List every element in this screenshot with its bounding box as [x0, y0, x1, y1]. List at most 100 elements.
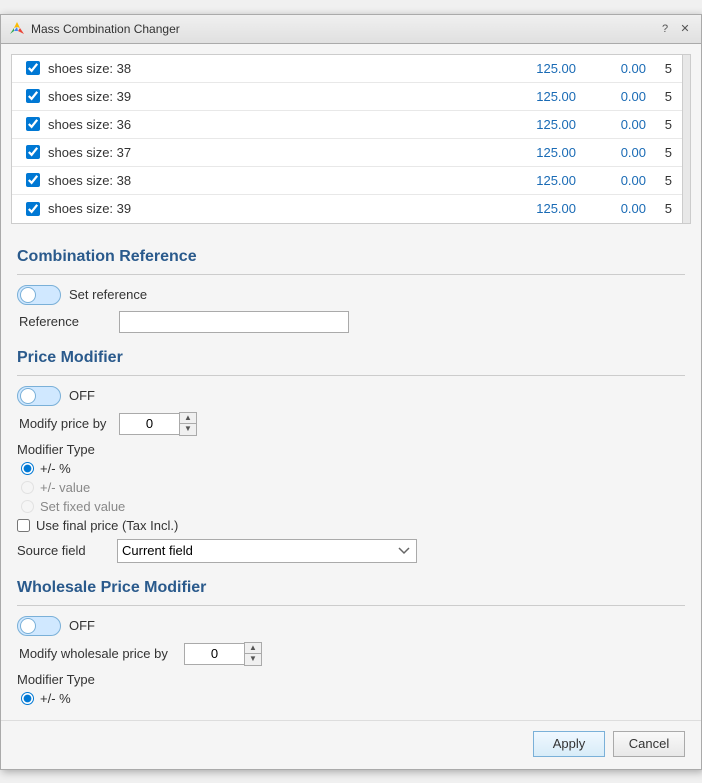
- modifier-type-label-wholesale: Modifier Type: [17, 672, 685, 687]
- row-check-2: [18, 117, 48, 131]
- set-reference-label: Set reference: [69, 287, 147, 302]
- row-label-4: shoes size: 38: [48, 173, 496, 188]
- modify-price-label: Modify price by: [19, 416, 119, 431]
- radio-plus-minus-value-input-price[interactable]: [21, 481, 34, 494]
- toggle-knob-ref: [20, 287, 36, 303]
- row-check-0: [18, 61, 48, 75]
- row-label-5: shoes size: 39: [48, 201, 496, 216]
- spin-up-wholesale[interactable]: ▲: [245, 643, 261, 654]
- use-final-price-checkbox[interactable]: [17, 519, 30, 532]
- row-label-3: shoes size: 37: [48, 145, 496, 160]
- row-check-1: [18, 89, 48, 103]
- price-modifier-title: Price Modifier: [17, 349, 685, 367]
- row-val2-2: 0.00: [576, 117, 646, 132]
- form-area: Combination Reference Set reference Refe…: [1, 224, 701, 720]
- row-checkbox-3[interactable]: [26, 145, 40, 159]
- wholesale-toggle[interactable]: [17, 616, 61, 636]
- row-checkbox-4[interactable]: [26, 173, 40, 187]
- help-button[interactable]: ?: [657, 21, 673, 37]
- scrollbar[interactable]: [682, 55, 690, 223]
- spin-up-price[interactable]: ▲: [180, 413, 196, 424]
- radio-plus-minus-percent-input-wholesale[interactable]: [21, 692, 34, 705]
- combination-reference-title: Combination Reference: [17, 248, 685, 266]
- title-bar-controls: ? ✕: [657, 21, 693, 37]
- row-val1-4: 125.00: [496, 173, 576, 188]
- price-modifier-toggle-row: OFF: [17, 386, 685, 406]
- row-val1-2: 125.00: [496, 117, 576, 132]
- reference-label: Reference: [19, 314, 119, 329]
- apply-button[interactable]: Apply: [533, 731, 605, 757]
- close-button[interactable]: ✕: [677, 21, 693, 37]
- modify-price-spinner: 0 ▲ ▼: [119, 412, 197, 436]
- set-reference-row: Set reference: [17, 285, 685, 305]
- row-val2-5: 0.00: [576, 201, 646, 216]
- title-bar: Mass Combination Changer ? ✕: [1, 15, 701, 44]
- reference-field-row: Reference: [17, 311, 685, 333]
- row-check-4: [18, 173, 48, 187]
- button-bar: Apply Cancel: [1, 720, 701, 769]
- radio-plus-minus-percent-label-price: +/- %: [40, 461, 71, 476]
- use-final-price-row: Use final price (Tax Incl.): [17, 518, 685, 533]
- table-row: shoes size: 36 125.00 0.00 5: [12, 111, 682, 139]
- modify-wholesale-row: Modify wholesale price by ▲ ▼: [17, 642, 685, 666]
- row-val3-0: 5: [646, 61, 676, 76]
- radio-set-fixed-price: Set fixed value: [17, 499, 685, 514]
- table-row: shoes size: 38 125.00 0.00 5: [12, 55, 682, 83]
- row-val2-3: 0.00: [576, 145, 646, 160]
- radio-plus-minus-value-price: +/- value: [17, 480, 685, 495]
- source-field-dropdown[interactable]: Current field: [117, 539, 417, 563]
- source-field-row: Source field Current field: [17, 539, 685, 563]
- row-checkbox-5[interactable]: [26, 202, 40, 216]
- radio-set-fixed-input-price[interactable]: [21, 500, 34, 513]
- set-reference-toggle[interactable]: [17, 285, 61, 305]
- spinner-buttons-price: ▲ ▼: [179, 412, 197, 436]
- row-val3-4: 5: [646, 173, 676, 188]
- spin-down-price[interactable]: ▼: [180, 424, 196, 435]
- table-row: shoes size: 39 125.00 0.00 5: [12, 83, 682, 111]
- wholesale-price-modifier-title: Wholesale Price Modifier: [17, 579, 685, 597]
- modifier-type-label-price: Modifier Type: [17, 442, 685, 457]
- radio-plus-minus-value-label-price: +/- value: [40, 480, 90, 495]
- divider-1: [17, 274, 685, 275]
- price-modifier-toggle[interactable]: [17, 386, 61, 406]
- modify-wholesale-label: Modify wholesale price by: [19, 646, 184, 661]
- row-val2-4: 0.00: [576, 173, 646, 188]
- row-label-2: shoes size: 36: [48, 117, 496, 132]
- use-final-price-label: Use final price (Tax Incl.): [36, 518, 178, 533]
- divider-2: [17, 375, 685, 376]
- modify-price-input[interactable]: 0: [119, 413, 179, 435]
- table-row: shoes size: 38 125.00 0.00 5: [12, 167, 682, 195]
- reference-input[interactable]: [119, 311, 349, 333]
- main-window: Mass Combination Changer ? ✕ shoes size:…: [0, 14, 702, 770]
- row-val2-1: 0.00: [576, 89, 646, 104]
- table-row: shoes size: 37 125.00 0.00 5: [12, 139, 682, 167]
- row-check-5: [18, 202, 48, 216]
- spin-down-wholesale[interactable]: ▼: [245, 654, 261, 665]
- row-label-1: shoes size: 39: [48, 89, 496, 104]
- row-val1-3: 125.00: [496, 145, 576, 160]
- row-label-0: shoes size: 38: [48, 61, 496, 76]
- table-row: shoes size: 39 125.00 0.00 5: [12, 195, 682, 223]
- modify-price-row: Modify price by 0 ▲ ▼: [17, 412, 685, 436]
- app-logo-icon: [9, 21, 25, 37]
- radio-plus-minus-percent-label-wholesale: +/- %: [40, 691, 71, 706]
- modify-wholesale-spinner: ▲ ▼: [184, 642, 262, 666]
- cancel-button[interactable]: Cancel: [613, 731, 685, 757]
- row-val1-1: 125.00: [496, 89, 576, 104]
- window-title: Mass Combination Changer: [31, 22, 180, 36]
- modify-wholesale-input[interactable]: [184, 643, 244, 665]
- radio-plus-minus-percent-price: +/- %: [17, 461, 685, 476]
- table-body: shoes size: 38 125.00 0.00 5 shoes size:…: [12, 55, 682, 223]
- table-scroll-area[interactable]: shoes size: 38 125.00 0.00 5 shoes size:…: [12, 55, 682, 223]
- radio-plus-minus-percent-input-price[interactable]: [21, 462, 34, 475]
- row-check-3: [18, 145, 48, 159]
- row-val1-5: 125.00: [496, 201, 576, 216]
- row-val1-0: 125.00: [496, 61, 576, 76]
- row-checkbox-2[interactable]: [26, 117, 40, 131]
- radio-set-fixed-label-price: Set fixed value: [40, 499, 125, 514]
- toggle-knob-wholesale: [20, 618, 36, 634]
- row-checkbox-1[interactable]: [26, 89, 40, 103]
- row-val3-3: 5: [646, 145, 676, 160]
- table-container: shoes size: 38 125.00 0.00 5 shoes size:…: [11, 54, 691, 224]
- row-checkbox-0[interactable]: [26, 61, 40, 75]
